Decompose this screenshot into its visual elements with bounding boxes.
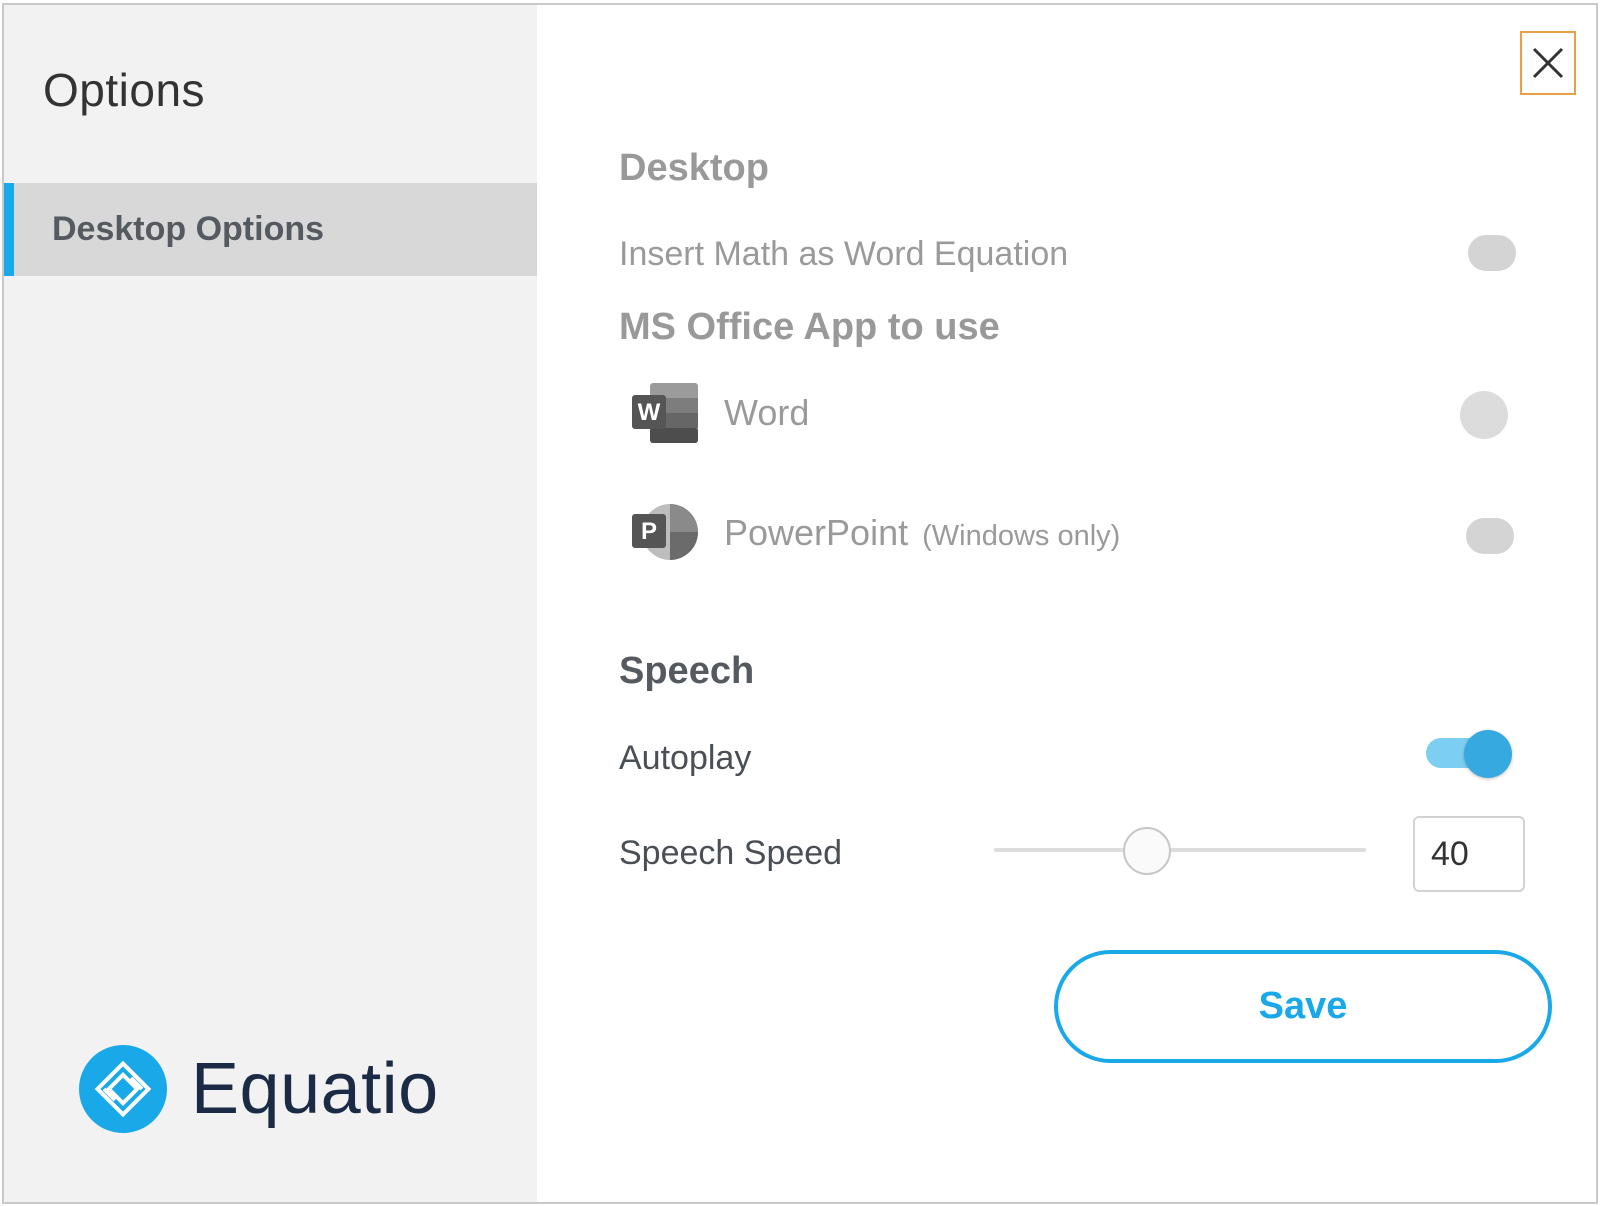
brand-name: Equatio: [191, 1049, 439, 1129]
close-button[interactable]: [1520, 31, 1576, 95]
save-button[interactable]: Save: [1054, 950, 1552, 1063]
powerpoint-note: (Windows only): [922, 520, 1121, 552]
svg-text:P: P: [641, 518, 657, 545]
speech-heading: Speech: [619, 650, 755, 692]
speech-speed-slider[interactable]: [994, 825, 1366, 875]
sidebar-item-desktop-options[interactable]: Desktop Options: [4, 183, 537, 276]
powerpoint-label: PowerPoint (Windows only): [724, 512, 1120, 554]
insert-math-label: Insert Math as Word Equation: [619, 235, 1069, 273]
toggle-knob: [1464, 730, 1512, 778]
ms-office-heading: MS Office App to use: [619, 306, 1000, 348]
slider-thumb[interactable]: [1122, 827, 1171, 875]
speech-speed-label: Speech Speed: [619, 834, 843, 872]
desktop-heading: Desktop: [619, 147, 769, 189]
powerpoint-toggle[interactable]: [1466, 518, 1514, 554]
brand: Equatio: [79, 1045, 439, 1133]
word-icon: W: [632, 383, 698, 443]
options-dialog: Options Desktop Options Equatio Desktop …: [2, 3, 1598, 1204]
insert-math-toggle[interactable]: [1468, 235, 1516, 271]
sidebar-title: Options: [43, 64, 206, 116]
equatio-logo-icon: [79, 1045, 167, 1133]
word-label: Word: [724, 392, 809, 434]
powerpoint-icon: P: [632, 504, 698, 560]
word-radio[interactable]: [1460, 391, 1508, 439]
sidebar-item-label: Desktop Options: [52, 210, 325, 248]
autoplay-label: Autoplay: [619, 739, 752, 777]
close-icon: [1532, 47, 1564, 79]
slider-rail: [994, 848, 1366, 852]
svg-text:W: W: [638, 399, 661, 426]
autoplay-toggle[interactable]: [1426, 730, 1512, 778]
powerpoint-label-text: PowerPoint: [724, 512, 909, 553]
word-label-text: Word: [724, 392, 810, 433]
sidebar-nav: Desktop Options: [4, 183, 537, 276]
speech-speed-input[interactable]: [1413, 816, 1525, 892]
main-panel: Desktop Insert Math as Word Equation MS …: [537, 5, 1596, 1202]
sidebar: Options Desktop Options Equatio: [4, 5, 537, 1202]
